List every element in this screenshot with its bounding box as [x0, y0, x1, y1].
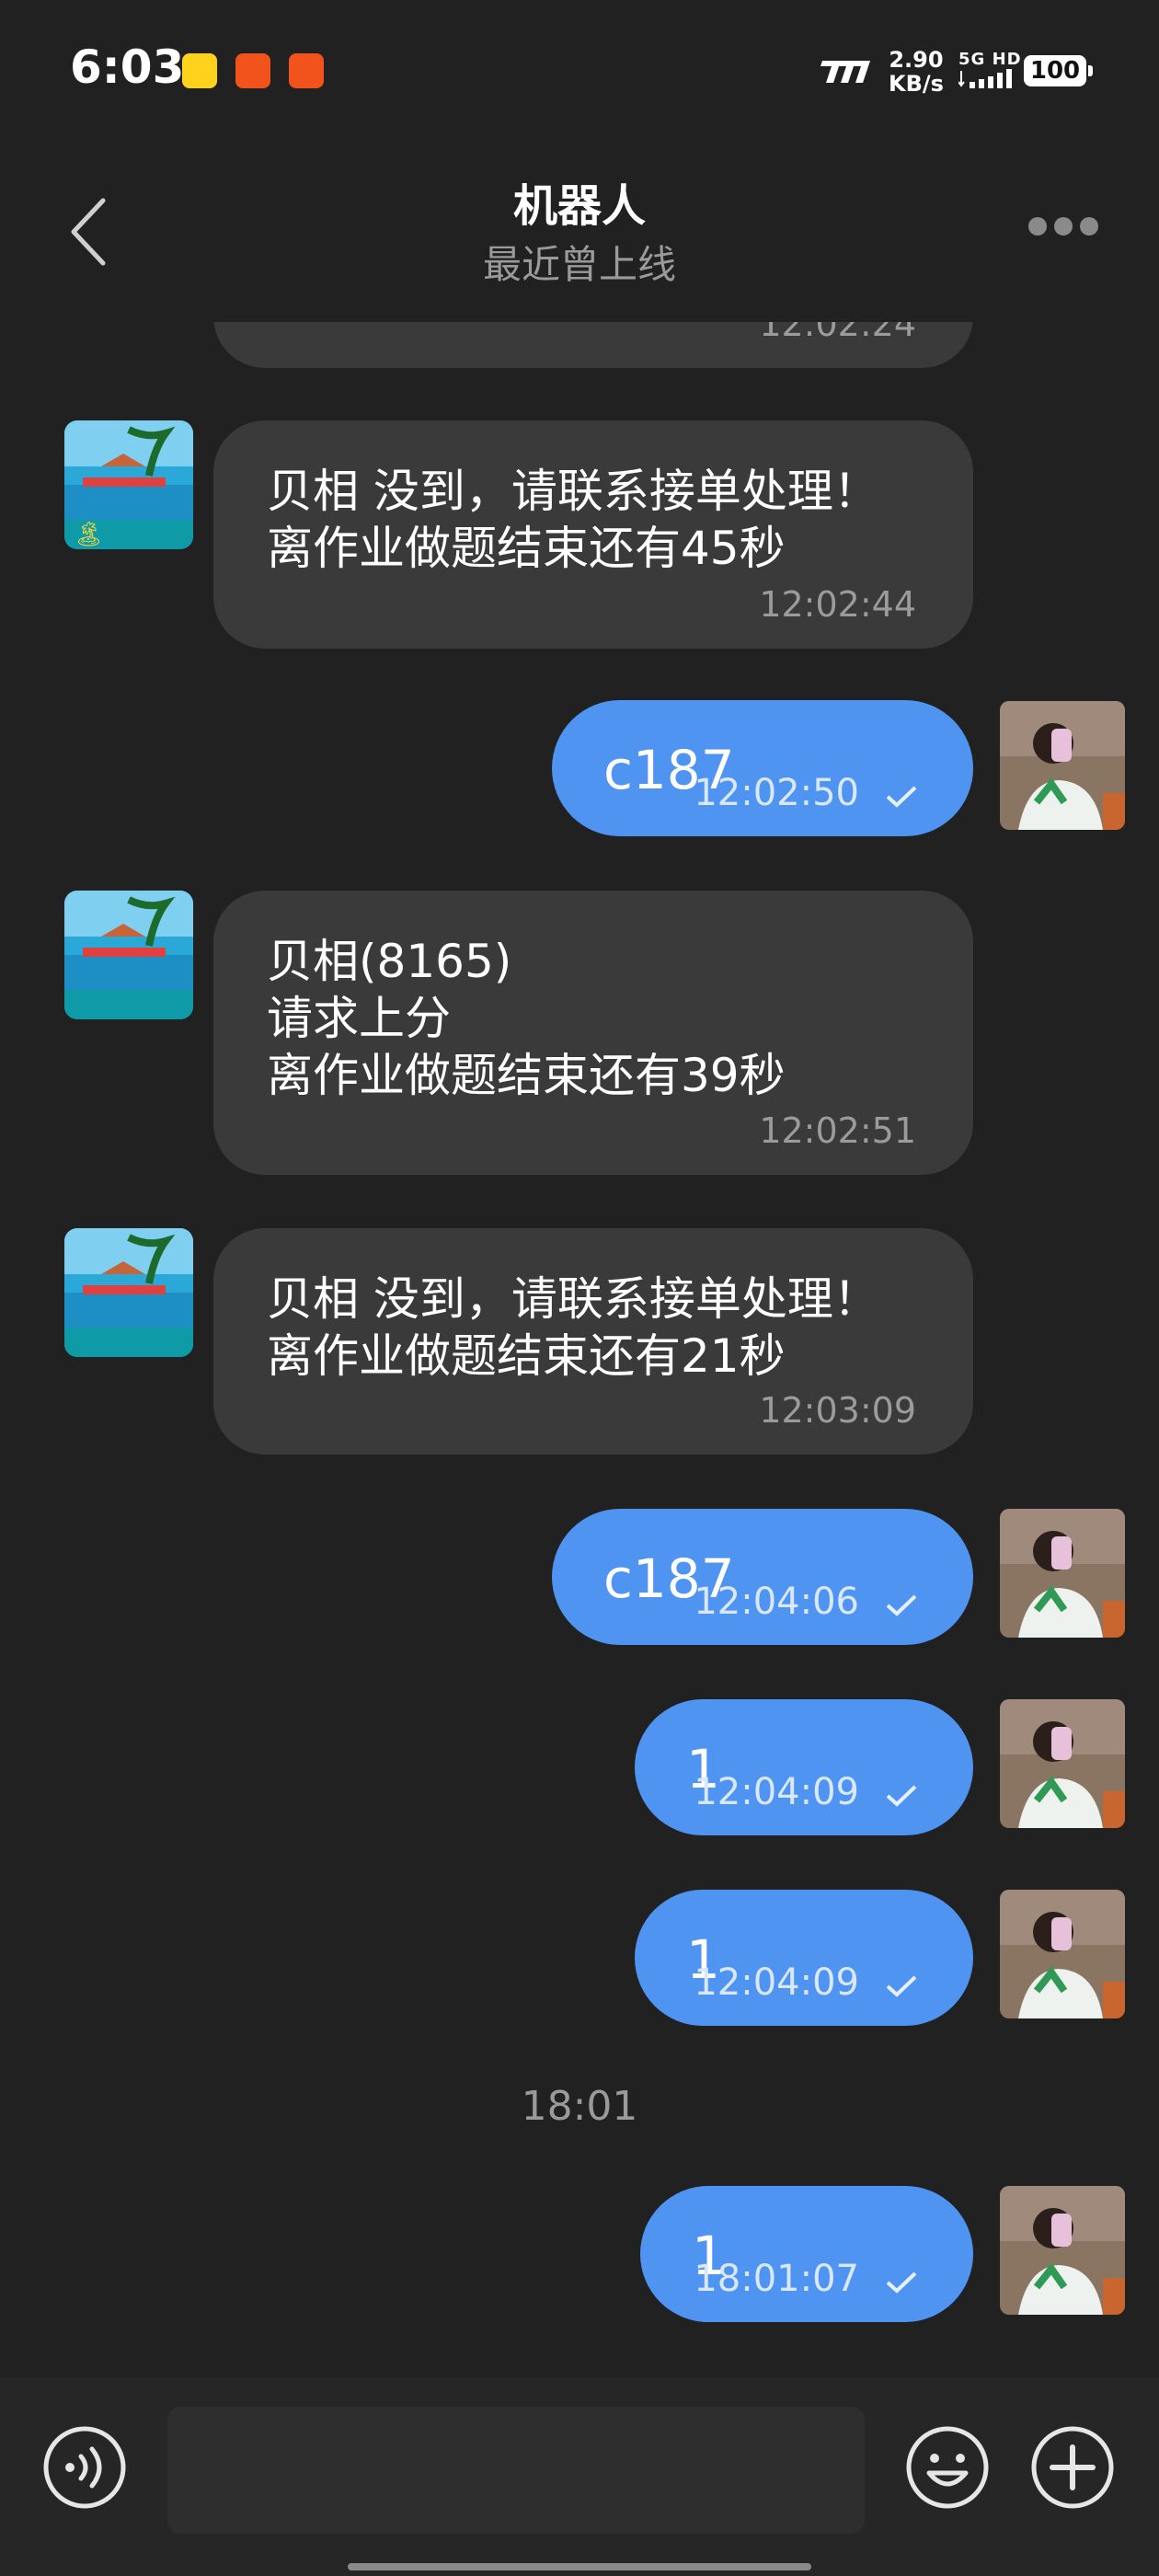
- message-input[interactable]: [167, 2407, 865, 2534]
- signal-indicator: 5G HD: [958, 50, 1022, 93]
- message-outgoing[interactable]: 1 18:01:07: [640, 2186, 973, 2322]
- message-outgoing[interactable]: 1 12:04:09: [635, 1699, 973, 1835]
- kuaishou-lite-icon: [289, 53, 324, 88]
- message-text: 贝相(8165) 请求上分 离作业做题结束还有39秒: [267, 935, 786, 1102]
- voice-input-icon[interactable]: [42, 2425, 127, 2510]
- user-avatar[interactable]: [1000, 701, 1125, 830]
- signal-bars-icon: [958, 69, 1012, 88]
- message-text: 贝相 没到，请联系接单处理！ 离作业做题结束还有45秒: [267, 465, 879, 575]
- message-incoming[interactable]: 贝相(8165) 请求上分 离作业做题结束还有39秒 12:02:51: [213, 891, 973, 1175]
- kuaishou-icon: [235, 53, 270, 88]
- user-avatar[interactable]: [1000, 1699, 1125, 1828]
- bot-avatar[interactable]: [64, 1228, 193, 1357]
- emoji-icon[interactable]: [905, 2425, 990, 2510]
- chat-title: 机器人: [512, 180, 646, 232]
- user-avatar[interactable]: [1000, 2186, 1125, 2315]
- signal-label: 5G HD: [958, 50, 1022, 69]
- message-time: 12:02:51: [759, 1110, 916, 1151]
- sent-check-icon: [886, 2271, 917, 2294]
- bot-avatar[interactable]: 🏝: [64, 420, 193, 549]
- message-time: 12:03:09: [759, 1390, 916, 1431]
- message-outgoing[interactable]: 1 12:04:09: [635, 1890, 973, 2026]
- network-speed-unit: KB/s: [889, 71, 944, 97]
- battery-indicator: 100: [1024, 55, 1093, 86]
- chat-header: 机器人 最近曾上线: [0, 138, 1159, 322]
- more-options-icon[interactable]: [1028, 217, 1113, 245]
- sent-check-icon: [886, 1785, 917, 1807]
- status-bar: 6:03 2.90 KB/s 5G HD 100: [0, 0, 1159, 138]
- message-time: 12:04:09: [694, 1961, 859, 2004]
- input-bar: [0, 2377, 1159, 2576]
- network-brand-icon: [820, 61, 870, 83]
- message-text: 贝相 没到，请联系接单处理！ 离作业做题结束还有21秒: [267, 1272, 879, 1383]
- home-indicator[interactable]: [348, 2563, 811, 2570]
- sent-check-icon: [886, 1594, 917, 1616]
- status-time: 6:03: [70, 40, 185, 94]
- network-speed: 2.90 KB/s: [889, 48, 944, 96]
- user-avatar[interactable]: [1000, 1509, 1125, 1638]
- app-notification-icon: [182, 53, 217, 88]
- message-time: 12:02:44: [759, 584, 916, 625]
- message-incoming[interactable]: 贝相 没到，请联系接单处理！ 离作业做题结束还有21秒 12:03:09: [213, 1228, 973, 1455]
- message-incoming[interactable]: 贝相 没到，请联系接单处理！ 离作业做题结束还有45秒 12:02:44: [213, 420, 973, 649]
- svg-text:🏝: 🏝: [74, 521, 104, 548]
- message-time: 12:04:09: [694, 1771, 859, 1813]
- add-attachment-icon[interactable]: [1030, 2425, 1115, 2510]
- sent-check-icon: [886, 786, 917, 808]
- chat-status: 最近曾上线: [482, 242, 676, 287]
- sent-check-icon: [886, 1975, 917, 1997]
- network-speed-value: 2.90: [889, 47, 944, 73]
- time-divider: 18:01: [521, 2083, 638, 2130]
- message-outgoing[interactable]: c187 12:04:06: [552, 1509, 973, 1645]
- message-time: 12:02:50: [694, 772, 859, 814]
- message-time: 18:01:07: [694, 2258, 859, 2300]
- message-list[interactable]: 12:02:24 🏝 贝相 没到，请联系接单处理！ 离作业做题结束还有45秒 1…: [0, 276, 1159, 2374]
- message-outgoing[interactable]: c187 12:02:50: [552, 700, 973, 836]
- message-time: 12:04:06: [694, 1581, 859, 1623]
- user-avatar[interactable]: [1000, 1890, 1125, 2018]
- bot-avatar[interactable]: [64, 891, 193, 1019]
